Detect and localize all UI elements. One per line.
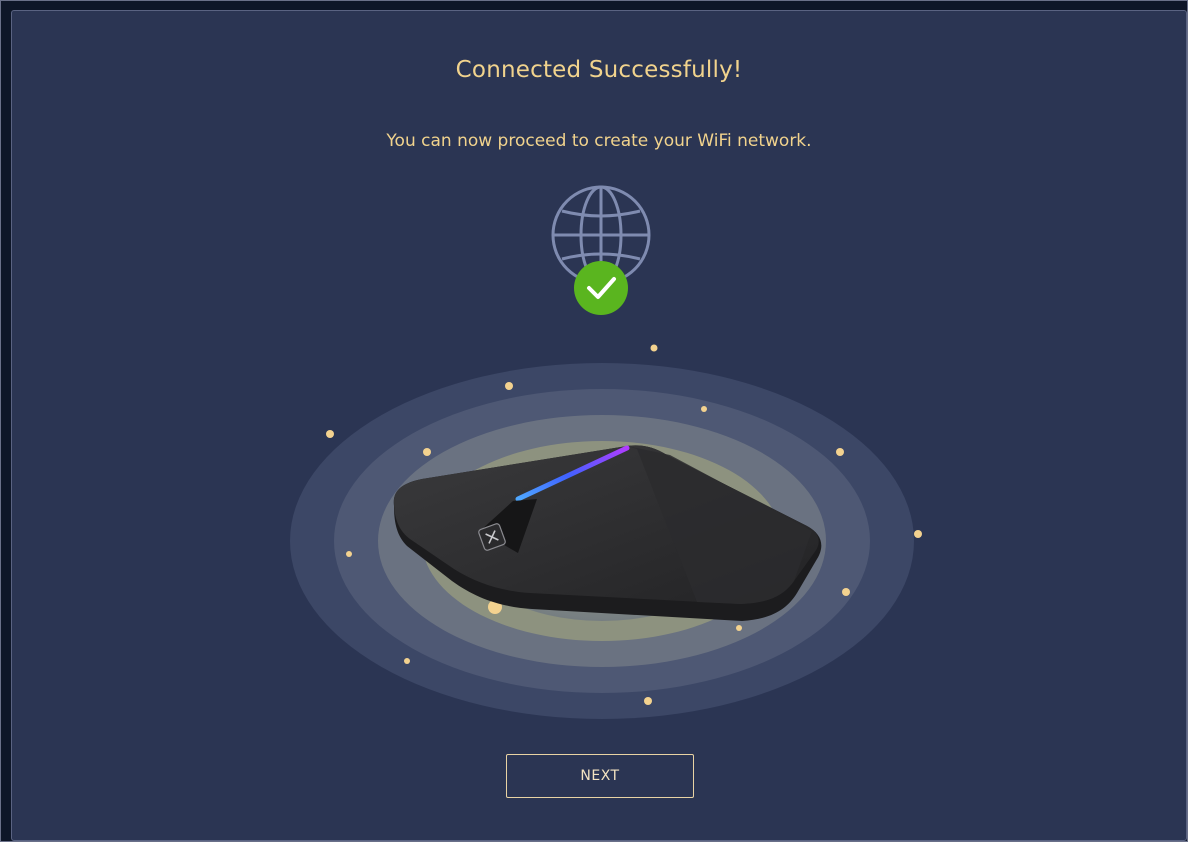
router-illustration [290, 344, 922, 719]
page-subtitle: You can now proceed to create your WiFi … [386, 131, 812, 151]
wizard-panel: Connected Successfully! You can now proc… [11, 10, 1187, 841]
page-title: Connected Successfully! [455, 57, 743, 83]
checkmark-icon [574, 261, 628, 315]
next-button[interactable]: NEXT [506, 754, 694, 798]
app-window: Connected Successfully! You can now proc… [0, 0, 1188, 842]
internet-status-graphic [549, 183, 653, 315]
